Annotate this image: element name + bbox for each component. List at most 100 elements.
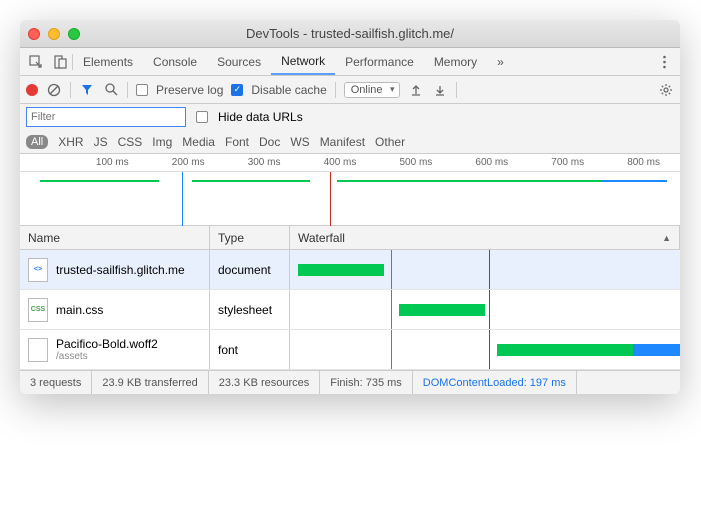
overview-bar [601, 180, 667, 182]
table-row[interactable]: CSS main.css stylesheet [20, 290, 680, 330]
request-type: font [210, 330, 290, 369]
status-dcl: DOMContentLoaded: 197 ms [413, 371, 577, 394]
column-name[interactable]: Name [20, 226, 210, 249]
settings-icon[interactable] [658, 82, 674, 98]
overview-timeline[interactable]: 100 ms 200 ms 300 ms 400 ms 500 ms 600 ms 700 … [20, 154, 680, 226]
type-xhr[interactable]: XHR [58, 135, 83, 149]
ruler-tick: 500 ms [400, 157, 433, 168]
request-name: trusted-sailfish.glitch.me [56, 263, 185, 277]
filter-icon[interactable] [79, 82, 95, 98]
tab-sources[interactable]: Sources [207, 48, 271, 75]
overview-marker [330, 172, 331, 226]
request-name: main.css [56, 303, 103, 317]
separator [70, 82, 71, 98]
type-other[interactable]: Other [375, 135, 405, 149]
inspect-icon[interactable] [24, 50, 48, 74]
waterfall-bar [298, 264, 384, 276]
css-file-icon: CSS [28, 298, 48, 322]
type-ws[interactable]: WS [290, 135, 309, 149]
tab-memory[interactable]: Memory [424, 48, 487, 75]
waterfall-marker [391, 330, 392, 369]
request-types: All XHR JS CSS Img Media Font Doc WS Manifest Othe… [20, 130, 680, 154]
type-font[interactable]: Font [225, 135, 249, 149]
search-icon[interactable] [103, 82, 119, 98]
waterfall-bar [633, 344, 680, 356]
overview-body [20, 172, 680, 226]
timeline-ruler: 100 ms 200 ms 300 ms 400 ms 500 ms 600 ms 700 … [20, 154, 680, 172]
request-type: document [210, 250, 290, 289]
waterfall-cell [290, 290, 680, 329]
waterfall-cell [290, 250, 680, 289]
status-finish: Finish: 735 ms [320, 371, 413, 394]
throttling-select[interactable]: Online [344, 82, 400, 98]
waterfall-bar [497, 344, 634, 356]
tab-network[interactable]: Network [271, 48, 335, 75]
overview-marker [182, 172, 183, 226]
devtools-window: DevTools - trusted-sailfish.glitch.me/ E… [20, 20, 680, 394]
tab-performance[interactable]: Performance [335, 48, 424, 75]
titlebar: DevTools - trusted-sailfish.glitch.me/ [20, 20, 680, 48]
waterfall-cell [290, 330, 680, 369]
tab-elements[interactable]: Elements [73, 48, 143, 75]
table-header: Name Type Waterfall ▲ [20, 226, 680, 250]
record-button[interactable] [26, 84, 38, 96]
preserve-log-label: Preserve log [156, 83, 223, 97]
overview-bar [192, 180, 311, 182]
status-resources: 23.3 KB resources [209, 371, 321, 394]
type-css[interactable]: CSS [118, 135, 143, 149]
overview-bar [40, 180, 159, 182]
ruler-tick: 400 ms [324, 157, 357, 168]
status-transferred: 23.9 KB transferred [92, 371, 208, 394]
request-table: <> trusted-sailfish.glitch.me document CSS m… [20, 250, 680, 370]
more-tabs-button[interactable]: » [487, 48, 514, 75]
tab-console[interactable]: Console [143, 48, 207, 75]
separator [335, 82, 336, 98]
device-icon[interactable] [48, 50, 72, 74]
type-doc[interactable]: Doc [259, 135, 280, 149]
column-waterfall[interactable]: Waterfall ▲ [290, 226, 680, 249]
waterfall-marker [391, 290, 392, 329]
font-file-icon [28, 338, 48, 362]
request-type: stylesheet [210, 290, 290, 329]
separator [456, 82, 457, 98]
waterfall-marker [489, 330, 490, 369]
type-media[interactable]: Media [182, 135, 215, 149]
request-name: Pacifico-Bold.woff2/assets [56, 337, 158, 362]
status-bar: 3 requests 23.9 KB transferred 23.3 KB r… [20, 370, 680, 394]
type-img[interactable]: Img [152, 135, 172, 149]
waterfall-marker [489, 290, 490, 329]
upload-icon[interactable] [408, 82, 424, 98]
download-icon[interactable] [432, 82, 448, 98]
doc-file-icon: <> [28, 258, 48, 282]
status-requests: 3 requests [20, 371, 92, 394]
filter-row: Hide data URLs [20, 104, 680, 130]
column-type[interactable]: Type [210, 226, 290, 249]
panel-tabs: ElementsConsoleSourcesNetworkPerformance… [20, 48, 680, 76]
table-row[interactable]: <> trusted-sailfish.glitch.me document [20, 250, 680, 290]
window-title: DevTools - trusted-sailfish.glitch.me/ [20, 26, 680, 41]
disable-cache-checkbox[interactable]: ✓ [231, 84, 243, 96]
overview-bar [337, 180, 601, 182]
ruler-tick: 100 ms [96, 157, 129, 168]
separator [127, 82, 128, 98]
ruler-tick: 700 ms [551, 157, 584, 168]
table-row[interactable]: Pacifico-Bold.woff2/assets font [20, 330, 680, 370]
hide-data-urls-label: Hide data URLs [218, 110, 303, 124]
hide-data-urls-checkbox[interactable] [196, 111, 208, 123]
waterfall-bar [399, 304, 485, 316]
waterfall-marker [391, 250, 392, 289]
ruler-tick: 200 ms [172, 157, 205, 168]
clear-icon[interactable] [46, 82, 62, 98]
ruler-tick: 800 ms [627, 157, 660, 168]
type-js[interactable]: JS [94, 135, 108, 149]
preserve-log-checkbox[interactable] [136, 84, 148, 96]
disable-cache-label: Disable cache [251, 83, 326, 97]
waterfall-marker [489, 250, 490, 289]
filter-input[interactable] [26, 107, 186, 127]
kebab-menu-icon[interactable] [652, 50, 676, 74]
sort-arrow-icon: ▲ [662, 233, 671, 243]
type-manifest[interactable]: Manifest [320, 135, 365, 149]
ruler-tick: 300 ms [248, 157, 281, 168]
ruler-tick: 600 ms [475, 157, 508, 168]
type-all[interactable]: All [26, 135, 48, 149]
